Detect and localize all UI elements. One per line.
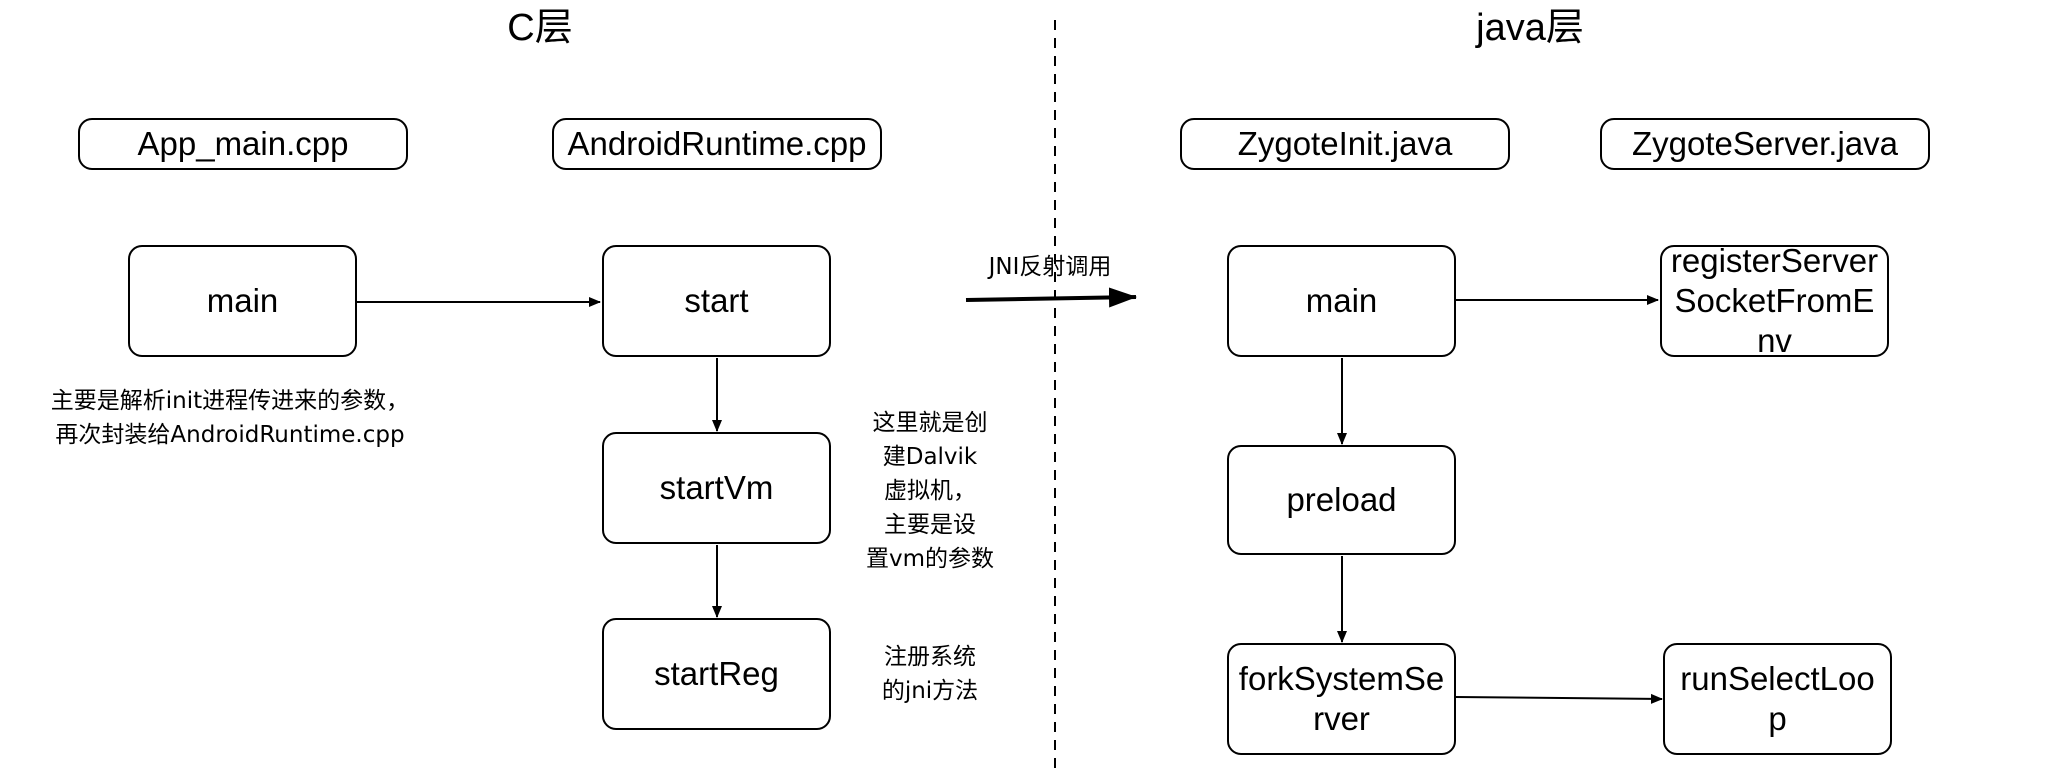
node-start-label: start — [684, 282, 749, 319]
note-main: 主要是解析init进程传进来的参数， 再次封装给AndroidRuntime.c… — [30, 384, 430, 452]
note-startreg: 注册系统 的jni方法 — [860, 640, 1000, 708]
node-c-main: main — [128, 245, 357, 357]
node-register-server-socket: registerServerSocketFromEnv — [1660, 242, 1889, 359]
node-java-main: main — [1227, 245, 1456, 357]
arrow-fork-to-select-loop — [1455, 693, 1663, 704]
node-java-main-label: main — [1305, 282, 1378, 319]
note-startreg-line2: 的jni方法 — [881, 678, 979, 704]
note-startvm-line1: 这里就是创 — [872, 410, 988, 436]
node-register-server-socket-label: registerServerSocketFromEnv — [1670, 242, 1879, 359]
node-fork-system-server-label: forkSystemServer — [1238, 660, 1445, 737]
note-startreg-line1: 注册系统 — [884, 644, 976, 670]
jni-call-label: JNI反射调用 — [988, 254, 1112, 280]
node-startvm: startVm — [602, 432, 831, 544]
node-startreg: startReg — [602, 618, 831, 730]
note-main-line2: 再次封装给AndroidRuntime.cpp — [55, 422, 405, 448]
node-c-main-label: main — [206, 282, 279, 319]
node-startvm-label: startVm — [659, 469, 774, 506]
node-run-select-loop: runSelectLoop — [1663, 643, 1892, 755]
note-startvm-line4: 主要是设 — [884, 512, 976, 538]
note-startvm: 这里就是创 建Dalvik 虚拟机， 主要是设 置vm的参数 — [850, 406, 1010, 576]
node-start: start — [602, 245, 831, 357]
note-startvm-line5: 置vm的参数 — [865, 546, 995, 572]
node-preload: preload — [1227, 445, 1456, 555]
node-preload-label: preload — [1286, 481, 1397, 518]
arrow-jni-call — [965, 287, 1137, 308]
note-startvm-line3: 虚拟机， — [884, 478, 976, 504]
node-startreg-label: startReg — [654, 655, 779, 692]
node-run-select-loop-label: runSelectLoop — [1680, 660, 1875, 737]
node-fork-system-server: forkSystemServer — [1227, 643, 1456, 755]
note-main-line1: 主要是解析init进程传进来的参数， — [50, 388, 410, 414]
note-startvm-line2: 建Dalvik — [882, 444, 978, 470]
